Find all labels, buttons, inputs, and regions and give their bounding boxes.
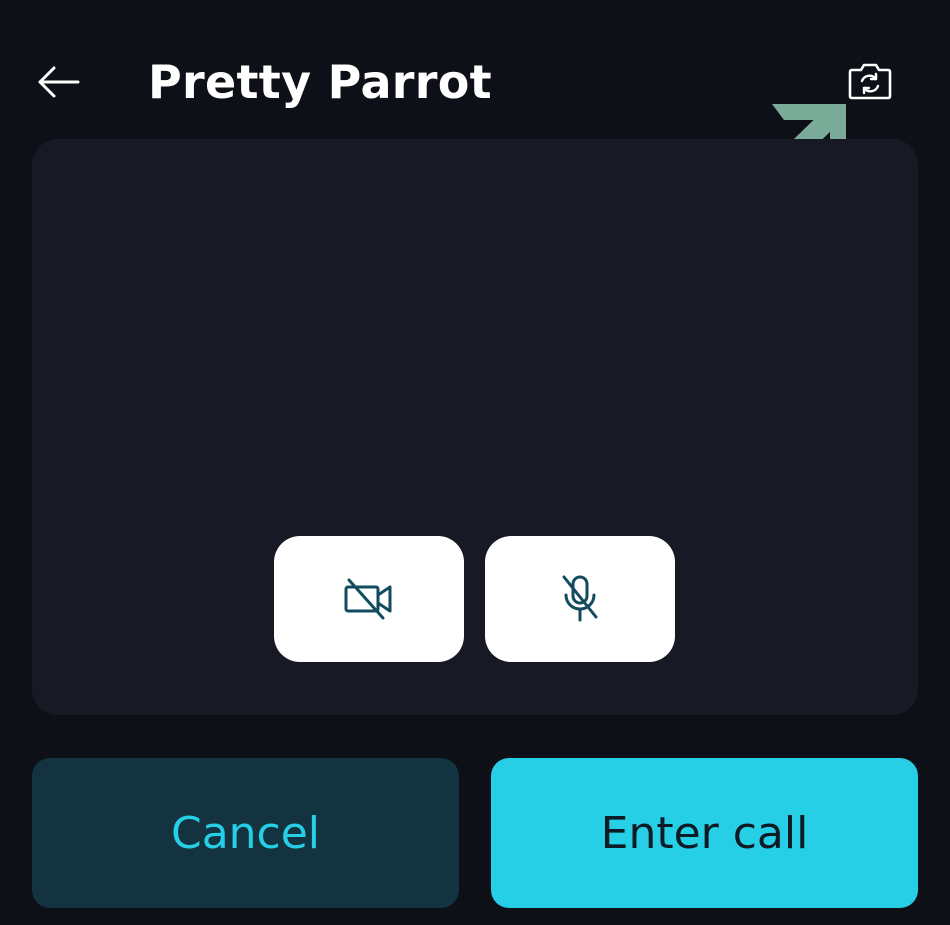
camera-preview [32, 139, 918, 715]
page-title: Pretty Parrot [148, 55, 492, 109]
video-off-icon [344, 578, 392, 620]
mic-off-icon [562, 575, 598, 622]
enter-call-button[interactable]: Enter call [491, 758, 918, 908]
cancel-button[interactable]: Cancel [32, 758, 459, 908]
back-button[interactable] [32, 56, 84, 108]
camera-toggle-button[interactable] [274, 536, 464, 662]
arrow-left-icon [38, 66, 80, 98]
mic-toggle-button[interactable] [485, 536, 675, 662]
camera-flip-icon [848, 63, 892, 100]
